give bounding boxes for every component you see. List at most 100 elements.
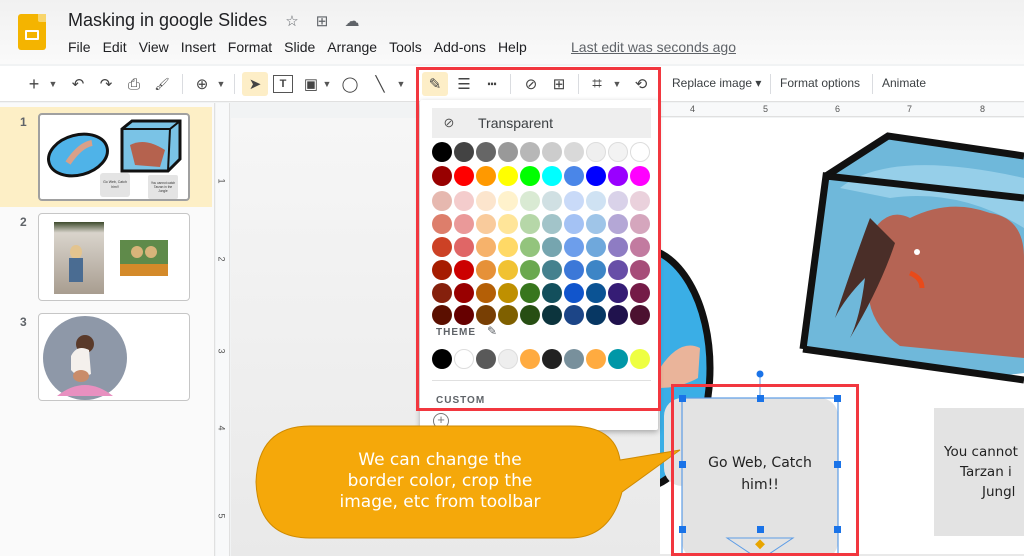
crop-image-button[interactable]: ⌗	[586, 72, 608, 96]
color-swatch[interactable]	[542, 305, 562, 325]
theme-color-swatch[interactable]	[520, 349, 540, 369]
new-slide-layout-dropdown-icon[interactable]: ▼	[48, 72, 58, 96]
slide-thumbnail-row[interactable]: 2	[0, 207, 212, 307]
color-swatch[interactable]	[498, 191, 518, 211]
theme-color-swatch[interactable]	[564, 349, 584, 369]
new-slide-button[interactable]: +	[26, 72, 42, 96]
color-swatch[interactable]	[520, 237, 540, 257]
cloud-status-icon[interactable]: ☁	[343, 12, 361, 30]
color-swatch[interactable]	[564, 305, 584, 325]
color-swatch[interactable]	[520, 142, 540, 162]
color-swatch[interactable]	[586, 283, 606, 303]
menu-insert[interactable]: Insert	[179, 39, 222, 55]
menu-help[interactable]: Help	[496, 39, 533, 55]
color-swatch[interactable]	[476, 283, 496, 303]
speech-bubble-text[interactable]: Go Web, Catch him!!	[690, 452, 830, 496]
image-dropdown-icon[interactable]: ▼	[322, 72, 332, 96]
color-swatch[interactable]	[564, 214, 584, 234]
color-swatch[interactable]	[564, 191, 584, 211]
border-dash-button[interactable]: ┅	[482, 72, 502, 96]
color-swatch[interactable]	[454, 166, 474, 186]
menu-file[interactable]: File	[66, 39, 97, 55]
color-swatch[interactable]	[542, 237, 562, 257]
color-swatch[interactable]	[432, 237, 452, 257]
color-swatch[interactable]	[476, 237, 496, 257]
reset-image-button[interactable]: ⟲	[630, 72, 652, 96]
color-swatch[interactable]	[586, 166, 606, 186]
color-swatch[interactable]	[586, 237, 606, 257]
border-color-button[interactable]: ✎	[422, 72, 448, 96]
image-tool-button[interactable]: ▣	[301, 72, 321, 96]
resize-handle[interactable]	[834, 461, 841, 468]
menu-edit[interactable]: Edit	[101, 39, 133, 55]
color-swatch[interactable]	[608, 191, 628, 211]
color-swatch[interactable]	[454, 142, 474, 162]
slide-thumbnail-row[interactable]: 1 Go Web, Catch him!! You cannot catch T…	[0, 107, 212, 207]
color-swatch[interactable]	[454, 237, 474, 257]
color-swatch[interactable]	[608, 260, 628, 280]
resize-handle[interactable]	[834, 395, 841, 402]
zoom-button[interactable]: ⊕	[192, 72, 212, 96]
color-swatch[interactable]	[476, 142, 496, 162]
color-swatch[interactable]	[630, 260, 650, 280]
color-swatch[interactable]	[564, 283, 584, 303]
shape-tool-button[interactable]: ◯	[340, 72, 360, 96]
color-swatch[interactable]	[608, 237, 628, 257]
paint-format-button[interactable]: 🖌	[152, 72, 172, 96]
color-swatch[interactable]	[520, 283, 540, 303]
border-weight-button[interactable]: ☰	[454, 72, 474, 96]
undo-button[interactable]: ↶	[68, 72, 88, 96]
line-dropdown-icon[interactable]: ▼	[396, 72, 406, 96]
menu-tools[interactable]: Tools	[387, 39, 428, 55]
insert-link-button[interactable]: ⊘	[520, 72, 542, 96]
color-swatch[interactable]	[586, 214, 606, 234]
resize-handle[interactable]	[757, 526, 764, 533]
color-swatch[interactable]	[498, 166, 518, 186]
theme-color-swatch[interactable]	[498, 349, 518, 369]
color-swatch[interactable]	[432, 142, 452, 162]
print-button[interactable]: ⎙	[124, 72, 144, 96]
slides-logo-icon[interactable]	[18, 14, 46, 50]
theme-color-swatch[interactable]	[454, 349, 474, 369]
color-swatch[interactable]	[520, 260, 540, 280]
speech-bubble-2-text[interactable]: You cannot Tarzan i Jungl	[940, 442, 1024, 502]
color-swatch[interactable]	[454, 191, 474, 211]
color-swatch[interactable]	[608, 166, 628, 186]
zoom-dropdown-icon[interactable]: ▼	[216, 72, 226, 96]
color-swatch[interactable]	[608, 142, 628, 162]
color-swatch[interactable]	[432, 305, 452, 325]
color-swatch[interactable]	[476, 305, 496, 325]
theme-color-swatch[interactable]	[542, 349, 562, 369]
color-swatch[interactable]	[520, 191, 540, 211]
color-swatch[interactable]	[586, 191, 606, 211]
theme-color-swatch[interactable]	[586, 349, 606, 369]
color-swatch[interactable]	[520, 166, 540, 186]
format-options-button[interactable]: Format options	[780, 76, 860, 90]
color-swatch[interactable]	[476, 191, 496, 211]
color-swatch[interactable]	[608, 283, 628, 303]
color-swatch[interactable]	[454, 305, 474, 325]
color-swatch[interactable]	[630, 142, 650, 162]
color-swatch[interactable]	[542, 166, 562, 186]
color-swatch[interactable]	[454, 260, 474, 280]
menu-addons[interactable]: Add-ons	[432, 39, 492, 55]
color-swatch[interactable]	[630, 214, 650, 234]
color-swatch[interactable]	[520, 305, 540, 325]
color-swatch[interactable]	[498, 305, 518, 325]
replace-image-button[interactable]: Replace image ▾	[672, 76, 761, 90]
add-comment-button[interactable]: ⊞	[548, 72, 570, 96]
color-swatch[interactable]	[542, 214, 562, 234]
theme-color-swatch[interactable]	[630, 349, 650, 369]
color-swatch[interactable]	[432, 214, 452, 234]
slide-thumbnail[interactable]: Go Web, Catch him!! You cannot catch Tar…	[38, 113, 190, 201]
resize-handle[interactable]	[679, 395, 686, 402]
move-to-folder-icon[interactable]: ⊞	[313, 12, 331, 30]
color-swatch[interactable]	[476, 214, 496, 234]
color-swatch[interactable]	[564, 142, 584, 162]
color-swatch[interactable]	[498, 260, 518, 280]
slide-thumbnail-row[interactable]: 3	[0, 307, 212, 407]
line-tool-button[interactable]: ╲	[370, 72, 390, 96]
color-swatch[interactable]	[630, 237, 650, 257]
menu-format[interactable]: Format	[226, 39, 278, 55]
menu-arrange[interactable]: Arrange	[325, 39, 383, 55]
